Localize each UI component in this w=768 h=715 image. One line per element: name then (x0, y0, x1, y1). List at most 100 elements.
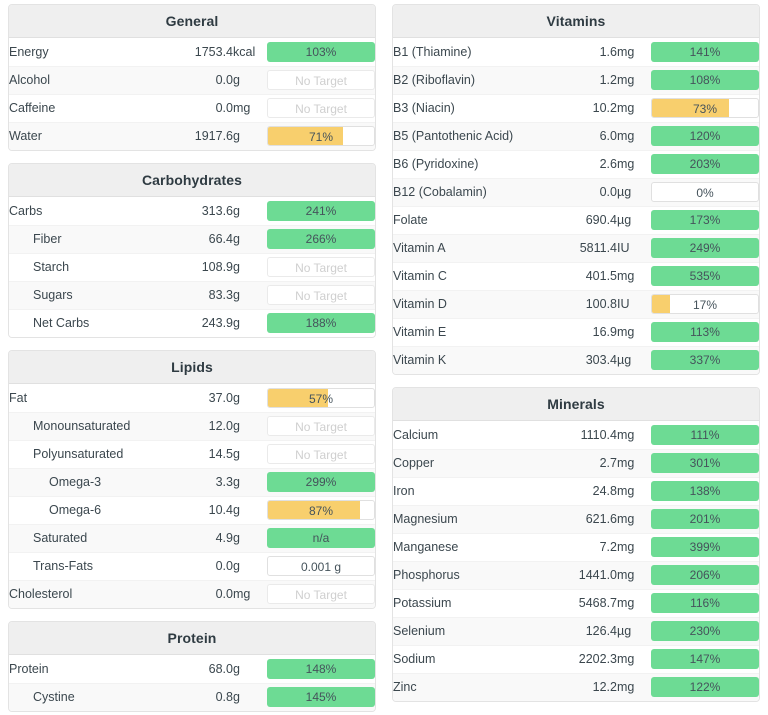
table-row[interactable]: Alcohol 0.0 g No Target (9, 66, 375, 95)
table-row[interactable]: Zinc 12.2 mg 122% (393, 673, 759, 701)
table-row[interactable]: Starch 108.9 g No Target (9, 253, 375, 282)
target-progress-badge[interactable]: 87% (267, 500, 375, 520)
target-progress-badge[interactable]: 122% (651, 677, 759, 698)
target-progress-badge[interactable]: 108% (651, 70, 759, 90)
table-row[interactable]: Vitamin A 5811.4 IU 249% (393, 234, 759, 263)
target-progress-badge[interactable]: 299% (267, 472, 375, 492)
table-row[interactable]: Water 1917.6 g 71% (9, 122, 375, 150)
table-row[interactable]: Copper 2.7 mg 301% (393, 449, 759, 478)
table-row[interactable]: Polyunsaturated 14.5 g No Target (9, 440, 375, 469)
table-row[interactable]: B2 (Riboflavin) 1.2 mg 108% (393, 66, 759, 95)
target-progress-badge[interactable]: No Target (267, 444, 375, 464)
table-row[interactable]: Sugars 83.3 g No Target (9, 281, 375, 310)
target-progress-badge[interactable]: No Target (267, 70, 375, 90)
target-progress-badge[interactable]: 71% (267, 126, 375, 147)
target-progress-badge[interactable]: No Target (267, 584, 375, 605)
target-cell: 87% (267, 496, 375, 525)
table-row[interactable]: Magnesium 621.6 mg 201% (393, 505, 759, 534)
table-row[interactable]: Vitamin K 303.4 µg 337% (393, 346, 759, 374)
target-progress-badge[interactable]: 111% (651, 424, 759, 445)
target-progress-badge[interactable]: 138% (651, 481, 759, 501)
table-row[interactable]: Caffeine 0.0 mg No Target (9, 94, 375, 123)
table-row[interactable]: B1 (Thiamine) 1.6 mg 141% (393, 38, 759, 67)
table-row[interactable]: Monounsaturated 12.0 g No Target (9, 412, 375, 441)
nutrient-name: B6 (Pyridoxine) (393, 150, 559, 179)
target-progress-badge[interactable]: 0% (651, 182, 759, 202)
target-progress-badge[interactable]: n/a (267, 528, 375, 548)
table-row[interactable]: Selenium 126.4 µg 230% (393, 617, 759, 646)
table-row[interactable]: Net Carbs 243.9 g 188% (9, 309, 375, 337)
target-progress-badge[interactable]: 116% (651, 593, 759, 613)
target-progress-badge[interactable]: 147% (651, 649, 759, 669)
table-row[interactable]: B6 (Pyridoxine) 2.6 mg 203% (393, 150, 759, 179)
target-progress-badge[interactable]: 57% (267, 387, 375, 408)
nutrient-name: Manganese (393, 533, 559, 562)
target-progress-badge[interactable]: 148% (267, 658, 375, 679)
nutrient-value: 0.0 (559, 178, 617, 207)
table-row[interactable]: B12 (Cobalamin) 0.0 µg 0% (393, 178, 759, 207)
table-row[interactable]: Protein 68.0 g 148% (9, 655, 375, 684)
target-label: 57% (308, 391, 334, 406)
table-row[interactable]: Omega-3 3.3 g 299% (9, 468, 375, 497)
nutrient-name: Monounsaturated (9, 412, 175, 441)
nutrient-unit: g (233, 253, 267, 282)
target-label: 71% (308, 130, 334, 145)
target-progress-badge[interactable]: 230% (651, 621, 759, 641)
target-progress-badge[interactable]: 17% (651, 294, 759, 314)
table-row[interactable]: B5 (Pantothenic Acid) 6.0 mg 120% (393, 122, 759, 151)
table-row[interactable]: Phosphorus 1441.0 mg 206% (393, 561, 759, 590)
table-row[interactable]: Vitamin C 401.5 mg 535% (393, 262, 759, 291)
target-progress-badge[interactable]: 399% (651, 537, 759, 557)
nutrient-table: Protein 68.0 g 148% Cystine 0.8 g 145% (9, 655, 375, 711)
table-row[interactable]: B3 (Niacin) 10.2 mg 73% (393, 94, 759, 123)
nutrient-unit: mg (617, 94, 651, 123)
target-progress-badge[interactable]: 535% (651, 266, 759, 286)
table-row[interactable]: Manganese 7.2 mg 399% (393, 533, 759, 562)
target-progress-badge[interactable]: 241% (267, 200, 375, 221)
target-progress-badge[interactable]: 120% (651, 126, 759, 146)
target-progress-badge[interactable]: 266% (267, 229, 375, 249)
target-progress-badge[interactable]: 301% (651, 453, 759, 473)
nutrient-name: B1 (Thiamine) (393, 38, 559, 67)
target-progress-badge[interactable]: 249% (651, 238, 759, 258)
target-progress-badge[interactable]: No Target (267, 98, 375, 118)
table-row[interactable]: Trans-Fats 0.0 g 0.001 g (9, 552, 375, 581)
target-progress-badge[interactable]: 0.001 g (267, 556, 375, 576)
target-progress-badge[interactable]: 73% (651, 98, 759, 118)
target-label: 73% (692, 102, 718, 116)
nutrient-name: Sugars (9, 281, 175, 310)
table-row[interactable]: Cystine 0.8 g 145% (9, 683, 375, 711)
table-row[interactable]: Fat 37.0 g 57% (9, 384, 375, 413)
target-progress-badge[interactable]: 203% (651, 154, 759, 174)
target-progress-badge[interactable]: 206% (651, 565, 759, 585)
table-row[interactable]: Cholesterol 0.0 mg No Target (9, 580, 375, 608)
target-progress-badge[interactable]: 173% (651, 210, 759, 230)
nutrient-name: Folate (393, 206, 559, 235)
table-row[interactable]: Calcium 1110.4 mg 111% (393, 421, 759, 450)
table-row[interactable]: Potassium 5468.7 mg 116% (393, 589, 759, 618)
card-carbohydrates: Carbohydrates Carbs 313.6 g 241% Fiber 66.4 g 26… (8, 163, 376, 338)
table-row[interactable]: Fiber 66.4 g 266% (9, 225, 375, 254)
target-progress-badge[interactable]: 103% (267, 41, 375, 62)
target-progress-badge[interactable]: 145% (267, 687, 375, 708)
table-row[interactable]: Saturated 4.9 g n/a (9, 524, 375, 553)
table-row[interactable]: Carbs 313.6 g 241% (9, 197, 375, 226)
table-row[interactable]: Vitamin E 16.9 mg 113% (393, 318, 759, 347)
nutrient-value: 401.5 (559, 262, 617, 291)
card-title: Carbohydrates (9, 164, 375, 197)
table-row[interactable]: Omega-6 10.4 g 87% (9, 496, 375, 525)
target-progress-badge[interactable]: No Target (267, 285, 375, 305)
target-progress-badge[interactable]: 188% (267, 313, 375, 334)
target-progress-badge[interactable]: No Target (267, 416, 375, 436)
target-progress-badge[interactable]: 337% (651, 350, 759, 371)
target-cell: No Target (267, 94, 375, 123)
target-progress-badge[interactable]: 201% (651, 509, 759, 529)
table-row[interactable]: Sodium 2202.3 mg 147% (393, 645, 759, 674)
table-row[interactable]: Energy 1753.4 kcal 103% (9, 38, 375, 67)
table-row[interactable]: Folate 690.4 µg 173% (393, 206, 759, 235)
target-progress-badge[interactable]: 113% (651, 322, 759, 342)
table-row[interactable]: Iron 24.8 mg 138% (393, 477, 759, 506)
target-progress-badge[interactable]: No Target (267, 257, 375, 277)
table-row[interactable]: Vitamin D 100.8 IU 17% (393, 290, 759, 319)
target-progress-badge[interactable]: 141% (651, 41, 759, 62)
